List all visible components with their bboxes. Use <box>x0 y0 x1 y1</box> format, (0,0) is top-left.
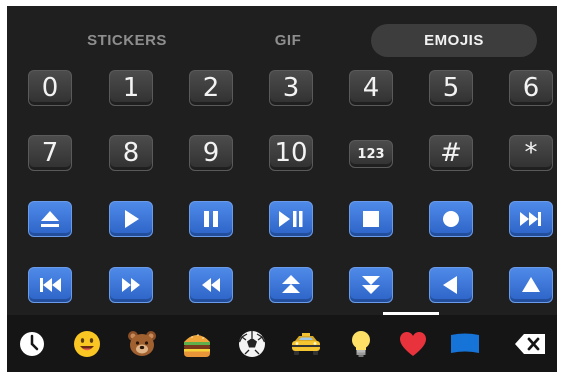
travel-taxi-icon <box>292 333 320 355</box>
eject-button[interactable] <box>28 201 72 237</box>
fast-forward-button[interactable] <box>109 267 153 303</box>
category-animals[interactable] <box>125 329 159 359</box>
smileys-icon <box>74 331 100 357</box>
keycap-0[interactable]: 0 <box>28 70 72 106</box>
tab-emojis[interactable]: EMOJIS <box>371 24 537 57</box>
keycap-9[interactable]: 9 <box>189 135 233 171</box>
fast-up-button[interactable] <box>269 267 313 303</box>
pause-button[interactable] <box>189 201 233 237</box>
category-travel[interactable] <box>289 329 323 359</box>
keycap-7[interactable]: 7 <box>28 135 72 171</box>
previous-track-icon <box>40 278 61 292</box>
rewind-button[interactable] <box>189 267 233 303</box>
input-numbers[interactable]: 123 <box>349 140 393 168</box>
objects-bulb-icon <box>352 331 370 357</box>
reverse-button[interactable] <box>429 267 473 303</box>
play-pause-button[interactable] <box>269 201 313 237</box>
recent-clock-icon <box>20 332 44 356</box>
fast-down-icon <box>362 276 380 294</box>
category-flags[interactable] <box>448 329 482 359</box>
tab-gif[interactable]: GIF <box>233 24 343 57</box>
next-track-button[interactable] <box>509 201 553 237</box>
play-pause-icon <box>279 211 303 227</box>
pause-icon <box>204 211 218 227</box>
category-recent[interactable] <box>15 329 49 359</box>
keycap-8[interactable]: 8 <box>109 135 153 171</box>
reverse-icon <box>443 276 457 294</box>
animals-bear-icon <box>128 331 156 356</box>
symbols-heart-icon <box>400 332 426 356</box>
flags-icon <box>451 333 479 353</box>
category-symbols[interactable] <box>396 329 430 359</box>
keycap-6[interactable]: 6 <box>509 70 553 106</box>
play-icon <box>125 210 139 228</box>
category-food[interactable] <box>180 329 214 359</box>
record-button[interactable] <box>429 201 473 237</box>
keycap-3[interactable]: 3 <box>269 70 313 106</box>
next-track-icon <box>520 212 541 226</box>
stop-button[interactable] <box>349 201 393 237</box>
keycap-10[interactable]: 10 <box>269 135 313 171</box>
keycap-1[interactable]: 1 <box>109 70 153 106</box>
category-smileys[interactable] <box>70 329 104 359</box>
keycap-2[interactable]: 2 <box>189 70 233 106</box>
keycap-5[interactable]: 5 <box>429 70 473 106</box>
rewind-icon <box>202 278 220 292</box>
up-icon <box>522 277 540 292</box>
category-objects[interactable] <box>344 329 378 359</box>
emoji-keyboard: STICKERS GIF EMOJIS 0 1 2 3 4 5 6 7 8 9 … <box>7 6 557 372</box>
delete-button[interactable] <box>512 329 548 359</box>
keycap-4[interactable]: 4 <box>349 70 393 106</box>
previous-track-button[interactable] <box>28 267 72 303</box>
fast-down-button[interactable] <box>349 267 393 303</box>
category-bar <box>7 315 557 372</box>
keycap-hash[interactable]: # <box>429 135 473 171</box>
fast-up-icon <box>282 275 300 293</box>
category-activities[interactable] <box>235 329 269 359</box>
activities-soccer-icon <box>238 331 266 357</box>
tab-stickers[interactable]: STICKERS <box>57 24 197 57</box>
record-icon <box>443 211 459 227</box>
stop-icon <box>363 211 379 227</box>
eject-icon <box>41 211 59 227</box>
food-burger-icon <box>184 334 210 357</box>
tab-bar: STICKERS GIF EMOJIS <box>7 6 557 68</box>
fast-forward-icon <box>122 278 140 292</box>
play-button[interactable] <box>109 201 153 237</box>
backspace-icon <box>515 334 545 354</box>
keycap-asterisk[interactable]: * <box>509 135 553 171</box>
up-button[interactable] <box>509 267 553 303</box>
